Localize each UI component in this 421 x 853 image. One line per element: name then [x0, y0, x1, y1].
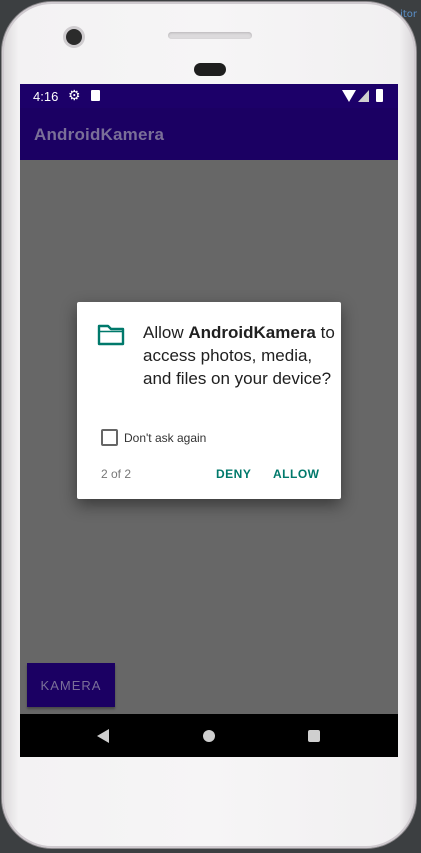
sd-card-icon — [91, 90, 100, 101]
screen: 4:16 ⚙ AndroidKamera KAMERA Allow Androi… — [20, 84, 398, 757]
permission-message: Allow AndroidKamera to access photos, me… — [143, 321, 335, 390]
allow-button[interactable]: ALLOW — [273, 467, 320, 481]
folder-icon — [97, 324, 125, 346]
signal-icon — [358, 90, 369, 102]
speaker — [194, 63, 226, 76]
dialog-pager: 2 of 2 — [101, 467, 132, 481]
home-icon[interactable] — [203, 730, 215, 742]
message-app-name: AndroidKamera — [188, 323, 316, 342]
recents-icon[interactable] — [308, 730, 320, 742]
status-bar: 4:16 ⚙ — [20, 84, 398, 108]
wifi-icon — [342, 90, 356, 102]
device-frame: 4:16 ⚙ AndroidKamera KAMERA Allow Androi… — [2, 2, 416, 848]
app-title: AndroidKamera — [34, 125, 165, 144]
dont-ask-again-checkbox[interactable] — [101, 429, 118, 446]
deny-button[interactable]: DENY — [216, 467, 251, 481]
navigation-bar — [20, 714, 398, 757]
status-time: 4:16 — [33, 89, 59, 104]
permission-dialog: Allow AndroidKamera to access photos, me… — [77, 302, 341, 499]
kamera-button[interactable]: KAMERA — [27, 663, 115, 707]
earpiece-grille — [168, 32, 252, 39]
app-bar: AndroidKamera — [20, 108, 398, 160]
main-content: KAMERA Allow AndroidKamera to access pho… — [20, 160, 398, 714]
front-camera — [66, 29, 82, 45]
gear-icon: ⚙ — [68, 87, 81, 103]
message-prefix: Allow — [143, 323, 189, 342]
battery-icon — [376, 89, 383, 102]
dont-ask-again-label: Don't ask again — [124, 431, 207, 445]
back-icon[interactable] — [97, 729, 109, 743]
